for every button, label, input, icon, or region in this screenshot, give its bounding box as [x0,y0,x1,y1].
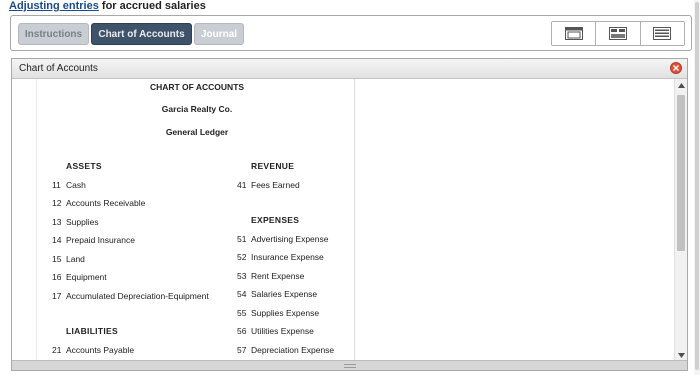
section-assets: ASSETS [66,161,102,171]
account-name: Depreciation Expense [251,345,335,355]
tab-chart-of-accounts[interactable]: Chart of Accounts [91,23,192,45]
account-no: 53 [237,271,247,281]
split-pane-view-button[interactable] [596,22,641,45]
page-scrollbar[interactable] [694,0,700,375]
account-name: Supplies [66,217,99,227]
account-no: 52 [237,252,247,262]
resize-grip-icon [343,363,356,368]
section-liabilities: LIABILITIES [66,326,118,336]
chart-title: CHART OF ACCOUNTS [149,82,245,92]
account-no: 54 [237,289,247,299]
single-pane-view-icon [564,27,583,40]
account-name: Accounts Receivable [66,198,146,208]
panel-scrollbar[interactable] [674,79,687,362]
account-name: Land [66,254,85,264]
account-no: 11 [52,180,61,190]
panel-resize-handle[interactable] [12,360,687,370]
scroll-up-icon [678,83,685,88]
account-name: Supplies Expense [251,308,320,318]
tab-journal[interactable]: Journal [194,23,244,45]
account-no: 51 [237,234,247,244]
account-no: 17 [52,291,62,301]
account-name: Prepaid Insurance [66,235,135,245]
scroll-thumb[interactable] [677,95,685,251]
account-name: Accumulated Depreciation-Equipment [66,291,209,301]
panel-title: Chart of Accounts [19,63,98,74]
section-revenue: REVENUE [251,161,295,171]
account-no: 57 [237,345,247,355]
account-no: 13 [52,217,62,227]
account-name: Equipment [66,272,107,282]
list-view-button[interactable] [640,22,684,45]
panel-header: Chart of Accounts [12,59,687,79]
page-title: Adjusting entries for accrued salaries [9,0,206,13]
account-name: Rent Expense [251,271,305,281]
account-name: Salaries Expense [251,289,318,299]
split-pane-view-icon [608,27,627,40]
account-no: 56 [237,326,247,336]
single-pane-view-button[interactable] [552,22,597,45]
account-name: Advertising Expense [251,234,329,244]
account-no: 12 [52,198,62,208]
list-view-icon [653,27,672,40]
tab-bar: Instructions Chart of Accounts Journal [10,15,692,51]
company-name: Garcia Realty Co. [161,104,233,114]
close-button[interactable] [670,62,682,74]
column-rule [36,79,37,362]
account-no: 41 [237,180,247,190]
account-name: Cash [66,180,86,190]
content-divider [354,79,355,362]
panel-content: CHART OF ACCOUNTS Garcia Realty Co. Gene… [12,79,675,362]
account-name: Accounts Payable [66,345,135,355]
view-toggle-group [551,21,685,46]
account-no: 21 [52,345,62,355]
account-no: 55 [237,308,247,318]
ledger-name: General Ledger [165,127,229,137]
account-name: Insurance Expense [251,252,324,262]
account-name: Fees Earned [251,180,300,190]
account-name: Utilities Expense [251,326,314,336]
scroll-down-icon [678,353,685,358]
page-title-rest: for accrued salaries [98,0,206,12]
tab-instructions[interactable]: Instructions [18,23,89,45]
account-no: 15 [52,254,62,264]
page-scroll-thumb[interactable] [695,2,699,370]
account-no: 14 [52,235,62,245]
adjusting-entries-link[interactable]: Adjusting entries [9,0,99,12]
account-no: 16 [52,272,62,282]
scroll-up-button[interactable] [675,79,688,92]
section-expenses: EXPENSES [251,215,300,225]
chart-of-accounts-panel: Chart of Accounts CHART OF ACCOUNTS Garc… [11,58,688,371]
close-icon [673,65,679,71]
